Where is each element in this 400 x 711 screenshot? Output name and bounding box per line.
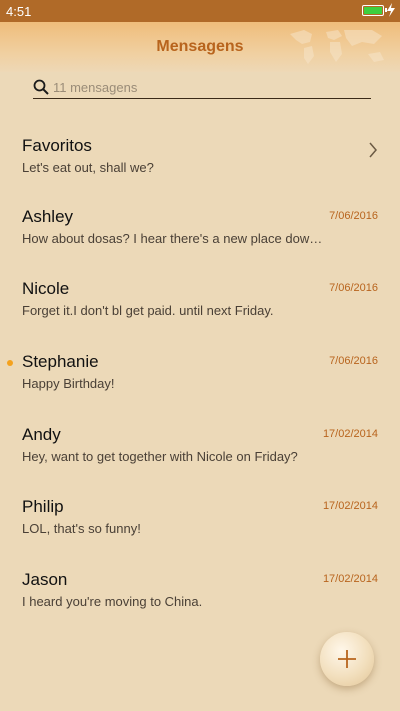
- list-item-ashley[interactable]: Ashley 7/06/2016 How about dosas? I hear…: [0, 207, 400, 279]
- unread-indicator: [7, 360, 13, 366]
- conversation-preview: Forget it.I don't bl get paid. until nex…: [22, 303, 274, 318]
- conversation-name: Ashley: [22, 207, 74, 226]
- list-item-jason[interactable]: Jason 17/02/2014 I heard you're moving t…: [0, 570, 400, 642]
- conversation-name: Andy: [22, 425, 61, 444]
- battery-level: [364, 7, 382, 14]
- list-item-nicole[interactable]: Nicole 7/06/2016 Forget it.I don't bl ge…: [0, 279, 400, 351]
- search-bar[interactable]: [33, 76, 371, 99]
- list-item-stephanie[interactable]: Stephanie 7/06/2016 Happy Birthday!: [0, 352, 400, 424]
- status-bar: 4:51: [0, 0, 400, 22]
- conversation-date: 17/02/2014: [322, 500, 378, 512]
- conversation-preview: I heard you're moving to China.: [22, 594, 203, 609]
- battery-charging-icon: [362, 5, 387, 16]
- page-title: Mensagens: [156, 38, 244, 55]
- conversation-name: Nicole: [22, 279, 70, 298]
- conversation-preview: Hey, want to get together with Nicole on…: [22, 449, 298, 464]
- conversation-preview: Happy Birthday!: [22, 376, 115, 391]
- conversation-name: Philip: [22, 497, 64, 516]
- conversation-name: Favoritos: [22, 136, 92, 155]
- conversation-name: Stephanie: [22, 352, 99, 371]
- conversation-date: 7/06/2016: [329, 282, 378, 294]
- conversation-date: 7/06/2016: [329, 210, 378, 222]
- plus-icon: [338, 650, 356, 668]
- conversation-date: 7/06/2016: [329, 355, 378, 367]
- chevron-right-icon: [369, 142, 377, 158]
- charging-bolt-icon: [387, 3, 395, 17]
- conversation-name: Jason: [22, 570, 68, 589]
- conversation-preview: LOL, that's so funny!: [22, 521, 141, 536]
- new-message-button[interactable]: [320, 632, 374, 686]
- app-header: Mensagens: [0, 22, 400, 72]
- list-item-philip[interactable]: Philip 17/02/2014 LOL, that's so funny!: [0, 497, 400, 569]
- conversation-date: 17/02/2014: [322, 573, 378, 585]
- conversation-date: 17/02/2014: [322, 428, 378, 440]
- search-input[interactable]: [51, 76, 365, 98]
- list-item-andy[interactable]: Andy 17/02/2014 Hey, want to get togethe…: [0, 425, 400, 497]
- conversation-preview: How about dosas? I hear there's a new pl…: [22, 231, 323, 246]
- search-icon: [33, 79, 49, 95]
- list-item-favoritos[interactable]: Favoritos Let's eat out, shall we?: [0, 136, 400, 208]
- conversation-preview: Let's eat out, shall we?: [22, 160, 154, 175]
- status-time: 4:51: [6, 4, 32, 19]
